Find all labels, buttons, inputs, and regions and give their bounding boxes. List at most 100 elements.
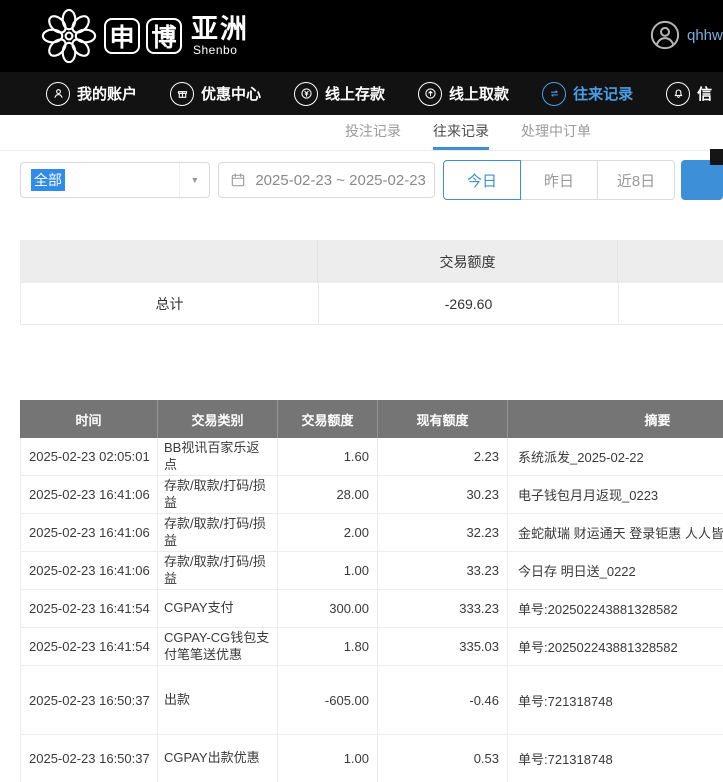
- yesterday-button[interactable]: 昨日: [520, 160, 598, 200]
- cell-balance: 33.23: [378, 552, 508, 590]
- logo-char-box: 博: [146, 18, 182, 54]
- withdraw-coin-icon: [418, 82, 442, 106]
- brand-subtitle: Shenbo: [191, 43, 249, 57]
- cell-remark: 系统派发_2025-02-22: [508, 438, 723, 476]
- tab-bet-records[interactable]: 投注记录: [345, 115, 401, 150]
- cell-amount: 1.60: [278, 438, 378, 476]
- today-button[interactable]: 今日: [443, 160, 521, 200]
- search-button[interactable]: [681, 160, 723, 200]
- nav-item-messages[interactable]: 信: [666, 82, 712, 106]
- nav-item-label: 我的账户: [77, 83, 137, 104]
- tab-transaction-records[interactable]: 往来记录: [433, 115, 489, 150]
- flower-logo-icon: [40, 7, 98, 65]
- cell-balance: 335.03: [378, 628, 508, 666]
- type-select-value: 全部: [31, 169, 65, 191]
- cell-balance: 30.23: [378, 476, 508, 514]
- edge-widget[interactable]: [710, 149, 723, 165]
- summary-total-row: 总计 -269.60: [20, 283, 723, 325]
- chevron-down-icon: ▼: [179, 163, 209, 197]
- table-row: 2025-02-23 16:50:37 出款 -605.00 -0.46 单号:…: [21, 666, 723, 735]
- records-table-header: 时间 交易类别 交易额度 现有额度 摘要: [20, 400, 723, 438]
- cell-type: CGPAY出款优惠: [158, 735, 278, 782]
- summary-header-empty: [618, 240, 723, 283]
- cell-balance: 2.23: [378, 438, 508, 476]
- cell-time: 2025-02-23 16:41:54: [21, 590, 158, 628]
- nav-item-label: 优惠中心: [201, 83, 261, 104]
- type-select[interactable]: 全部 ▼: [20, 162, 210, 198]
- quick-range-group: 今日 昨日 近8日: [443, 160, 675, 200]
- cell-amount: 300.00: [278, 590, 378, 628]
- record-tabs: 投注记录 往来记录 处理中订单: [0, 115, 723, 151]
- records-table: 时间 交易类别 交易额度 现有额度 摘要 2025-02-23 02:05:01…: [20, 400, 723, 782]
- cell-time: 2025-02-23 16:41:06: [21, 514, 158, 552]
- nav-item-withdraw[interactable]: 线上取款: [418, 82, 509, 106]
- records-table-body: 2025-02-23 02:05:01 BB视讯百家乐返点 1.60 2.23 …: [20, 438, 723, 782]
- cell-time: 2025-02-23 16:41:06: [21, 476, 158, 514]
- nav-item-promotions[interactable]: 优惠中心: [170, 82, 261, 106]
- cell-amount: -605.00: [278, 666, 378, 735]
- avatar-icon: [650, 20, 680, 50]
- nav-item-label: 线上存款: [325, 83, 385, 104]
- summary-header-row: 交易额度: [20, 240, 723, 283]
- cell-remark: 单号:202502243881328582: [508, 590, 723, 628]
- nav-item-label: 往来记录: [573, 83, 633, 104]
- summary-total-empty: [619, 283, 723, 325]
- col-header-balance: 现有额度: [378, 400, 508, 438]
- cell-time: 2025-02-23 16:50:37: [21, 666, 158, 735]
- cell-type: BB视讯百家乐返点: [158, 438, 278, 476]
- cell-amount: 1.00: [278, 552, 378, 590]
- brand-logo[interactable]: 申 博 亚洲 Shenbo: [40, 7, 249, 65]
- promo-icon: [170, 82, 194, 106]
- cell-balance: 333.23: [378, 590, 508, 628]
- cell-type: 存款/取款/打码/损益: [158, 514, 278, 552]
- calendar-icon: [230, 172, 246, 188]
- cell-type: 出款: [158, 666, 278, 735]
- cell-remark: 单号:721318748: [508, 735, 723, 782]
- brand-text: 亚洲 Shenbo: [191, 15, 249, 57]
- cell-balance: 0.53: [378, 735, 508, 782]
- cell-amount: 1.80: [278, 628, 378, 666]
- user-account[interactable]: qhhw: [650, 20, 723, 50]
- col-header-amount: 交易额度: [278, 400, 378, 438]
- date-range-picker[interactable]: 2025-02-23 ~ 2025-02-23: [218, 162, 435, 198]
- page: 申 博 亚洲 Shenbo qhhw 我的账户: [0, 0, 723, 782]
- table-row: 2025-02-23 16:41:54 CGPAY支付 300.00 333.2…: [21, 590, 723, 628]
- cell-amount: 2.00: [278, 514, 378, 552]
- cell-remark: 单号:721318748: [508, 666, 723, 735]
- cell-type: 存款/取款/打码/损益: [158, 552, 278, 590]
- table-row: 2025-02-23 02:05:01 BB视讯百家乐返点 1.60 2.23 …: [21, 438, 723, 476]
- top-header: 申 博 亚洲 Shenbo qhhw: [0, 0, 723, 72]
- cell-balance: -0.46: [378, 666, 508, 735]
- cell-amount: 1.00: [278, 735, 378, 782]
- logo-char-box: 申: [104, 18, 140, 54]
- cell-remark: 今日存 明日送_0222: [508, 552, 723, 590]
- cell-type: CGPAY-CG钱包支付笔笔送优惠: [158, 628, 278, 666]
- cell-remark: 单号:202502243881328582: [508, 628, 723, 666]
- last-8-days-button[interactable]: 近8日: [597, 160, 675, 200]
- user-icon: [46, 82, 70, 106]
- table-row: 2025-02-23 16:41:54 CGPAY-CG钱包支付笔笔送优惠 1.…: [21, 628, 723, 666]
- cell-remark: 电子钱包月月返现_0223: [508, 476, 723, 514]
- cell-time: 2025-02-23 16:41:54: [21, 628, 158, 666]
- deposit-coin-icon: [294, 82, 318, 106]
- nav-item-deposit[interactable]: 线上存款: [294, 82, 385, 106]
- cell-type: CGPAY支付: [158, 590, 278, 628]
- nav-item-label: 线上取款: [449, 83, 509, 104]
- username: qhhw: [687, 27, 723, 44]
- nav-item-transaction-records[interactable]: 往来记录: [542, 82, 633, 106]
- summary-table: 交易额度 总计 -269.60: [20, 240, 723, 325]
- col-header-remark: 摘要: [508, 400, 723, 438]
- tab-processing-orders[interactable]: 处理中订单: [521, 115, 591, 150]
- cell-balance: 32.23: [378, 514, 508, 552]
- cell-amount: 28.00: [278, 476, 378, 514]
- table-row: 2025-02-23 16:41:06 存款/取款/打码/损益 2.00 32.…: [21, 514, 723, 552]
- summary-header-amount: 交易额度: [318, 240, 618, 283]
- main-nav: 我的账户 优惠中心 线上存款 线上取款 往来记录: [0, 72, 723, 115]
- summary-header-empty: [20, 240, 318, 283]
- table-row: 2025-02-23 16:41:06 存款/取款/打码/损益 1.00 33.…: [21, 552, 723, 590]
- filter-bar: 全部 ▼ 2025-02-23 ~ 2025-02-23 今日 昨日 近8日: [0, 151, 723, 209]
- nav-item-my-account[interactable]: 我的账户: [46, 82, 137, 106]
- brand-region: 亚洲: [191, 15, 249, 43]
- cell-time: 2025-02-23 16:50:37: [21, 735, 158, 782]
- col-header-type: 交易类别: [158, 400, 278, 438]
